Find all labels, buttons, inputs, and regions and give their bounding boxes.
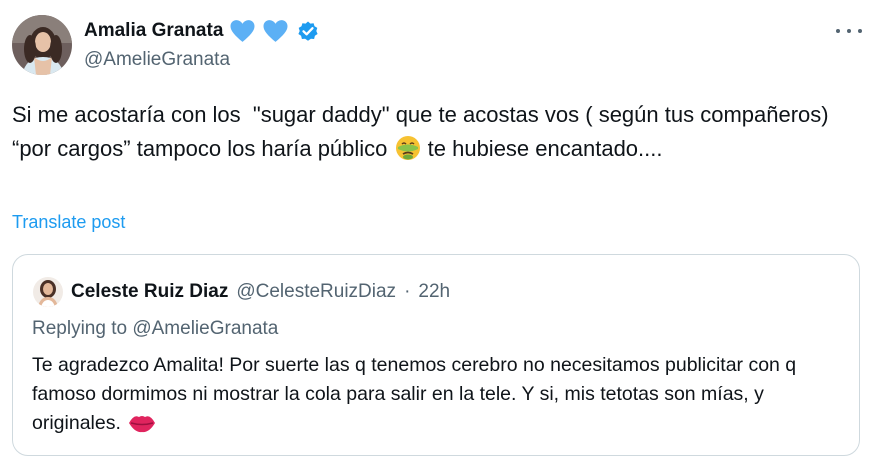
quoted-tweet-card[interactable]: Celeste Ruiz Diaz @CelesteRuizDiaz · 22h… xyxy=(12,254,860,456)
author-display-name[interactable]: Amalia Granata xyxy=(84,20,223,42)
nauseated-face-icon xyxy=(394,134,422,162)
translate-post-link[interactable]: Translate post xyxy=(12,212,125,233)
verified-badge-icon[interactable] xyxy=(296,19,320,43)
quoted-tweet-header: Celeste Ruiz Diaz @CelesteRuizDiaz · 22h xyxy=(33,277,450,307)
quoted-display-name[interactable]: Celeste Ruiz Diaz xyxy=(71,281,228,303)
tweet-text: Si me acostaría con los "sugar daddy" qu… xyxy=(12,98,867,166)
separator-dot: · xyxy=(404,281,411,302)
quoted-tweet-text: Te agradezco Amalita! Por suerte las q t… xyxy=(32,351,847,438)
blue-heart-icon xyxy=(262,19,289,43)
kiss-mark-icon xyxy=(128,412,156,434)
quoted-handle[interactable]: @CelesteRuizDiaz xyxy=(236,281,396,303)
author-handle[interactable]: @AmelieGranata xyxy=(84,49,230,71)
quoted-timestamp[interactable]: 22h xyxy=(418,281,450,303)
blue-heart-icon xyxy=(229,19,256,43)
replying-prefix: Replying to xyxy=(32,318,133,339)
quoted-avatar[interactable] xyxy=(33,277,63,307)
tweet-text-part2: te hubiese encantado.... xyxy=(421,136,663,161)
replying-to-line: Replying to @AmelieGranata xyxy=(32,318,278,340)
avatar[interactable] xyxy=(12,15,72,75)
replying-to-mention[interactable]: @AmelieGranata xyxy=(132,318,278,339)
author-name-row: Amalia Granata xyxy=(84,17,320,45)
more-options-icon[interactable] xyxy=(836,22,862,40)
